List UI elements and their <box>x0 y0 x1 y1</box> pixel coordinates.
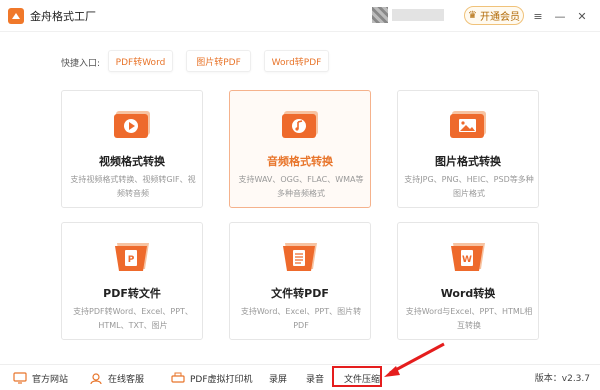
card-title: 音频格式转换 <box>267 155 333 168</box>
menu-icon[interactable]: ≡ <box>531 9 545 23</box>
card-desc: 支持JPG、PNG、HEIC、PSD等多种图片格式 <box>404 175 534 198</box>
pdf-virtual-printer-link[interactable]: PDF虚拟打印机 <box>170 365 253 390</box>
online-support-label: 在线客服 <box>108 374 145 385</box>
card-image-convert[interactable]: 图片格式转换 支持JPG、PNG、HEIC、PSD等多种图片格式 <box>397 90 539 208</box>
svg-text:P: P <box>128 255 135 265</box>
card-audio-convert[interactable]: 音频格式转换 支持WAV、OGG、FLAC、WMA等多种音频格式 <box>229 90 371 208</box>
card-file-to-pdf[interactable]: 文件转PDF 支持Word、Excel、PPT、图片转PDF <box>229 222 371 340</box>
image-icon <box>450 111 486 138</box>
card-title: Word转换 <box>440 287 496 300</box>
card-title: 视频格式转换 <box>99 155 165 168</box>
file-compress-highlight-box <box>332 366 382 387</box>
card-desc: 支持WAV、OGG、FLAC、WMA等多种音频格式 <box>238 175 364 198</box>
printer-icon <box>170 371 186 385</box>
card-desc: 支持Word与Excel、PPT、HTML相互转换 <box>405 307 533 330</box>
card-title: PDF转文件 <box>103 287 161 300</box>
red-arrow-icon <box>384 342 445 377</box>
card-desc: 支持PDF转Word、Excel、PPT、HTML、TXT、图片 <box>73 307 193 330</box>
online-support-link[interactable]: 在线客服 <box>88 365 144 390</box>
video-icon <box>114 111 150 138</box>
minimize-icon[interactable]: — <box>553 9 567 23</box>
screen-record-link[interactable]: 录屏 <box>269 365 287 390</box>
card-title: 文件转PDF <box>271 287 329 300</box>
version-label: 版本：v2.3.7 <box>534 374 590 384</box>
svg-text:W: W <box>462 255 472 265</box>
close-icon[interactable]: ✕ <box>575 9 589 23</box>
monitor-icon <box>12 371 28 385</box>
audio-record-label: 录音 <box>306 374 325 385</box>
card-video-convert[interactable]: 视频格式转换 支持视频格式转换、视频转GIF、视频转音频 <box>61 90 203 208</box>
pdf-virtual-printer-label: PDF虚拟打印机 <box>190 374 253 385</box>
pdf-icon: P <box>115 243 149 271</box>
vip-button-label: 开通会员 <box>479 12 520 23</box>
quick-entry-label: 快捷入口: <box>61 59 101 69</box>
audio-record-link[interactable]: 录音 <box>306 365 324 390</box>
headset-icon <box>88 371 104 385</box>
audio-icon <box>282 111 318 138</box>
card-desc: 支持Word、Excel、PPT、图片转PDF <box>240 307 362 330</box>
app-title: 金舟格式工厂 <box>30 10 96 23</box>
official-website-link[interactable]: 官方网站 <box>12 365 68 390</box>
title-bar: 金舟格式工厂 ♛ 开通会员 ≡ — ✕ <box>0 0 600 32</box>
bottom-bar: 官方网站 在线客服 PDF虚拟打印机 录屏 录音 文件压缩 <box>0 364 600 390</box>
word-icon: W <box>451 243 485 271</box>
user-name-blurred[interactable] <box>392 9 444 21</box>
card-desc: 支持视频格式转换、视频转GIF、视频转音频 <box>70 175 196 198</box>
card-word-convert[interactable]: W Word转换 支持Word与Excel、PPT、HTML相互转换 <box>397 222 539 340</box>
crown-icon: ♛ <box>468 10 477 21</box>
document-icon <box>283 243 317 271</box>
card-pdf-to-file[interactable]: P PDF转文件 支持PDF转Word、Excel、PPT、HTML、TXT、图… <box>61 222 203 340</box>
screen-record-label: 录屏 <box>269 374 288 385</box>
app-logo-icon <box>8 8 24 24</box>
quick-image-to-pdf-button[interactable]: 图片转PDF <box>186 50 251 72</box>
official-website-label: 官方网站 <box>32 374 69 385</box>
quick-pdf-to-word-button[interactable]: PDF转Word <box>108 50 173 72</box>
quick-word-to-pdf-button[interactable]: Word转PDF <box>264 50 329 72</box>
card-title: 图片格式转换 <box>435 155 501 168</box>
avatar[interactable] <box>372 7 388 23</box>
vip-button[interactable]: ♛ 开通会员 <box>464 6 524 25</box>
